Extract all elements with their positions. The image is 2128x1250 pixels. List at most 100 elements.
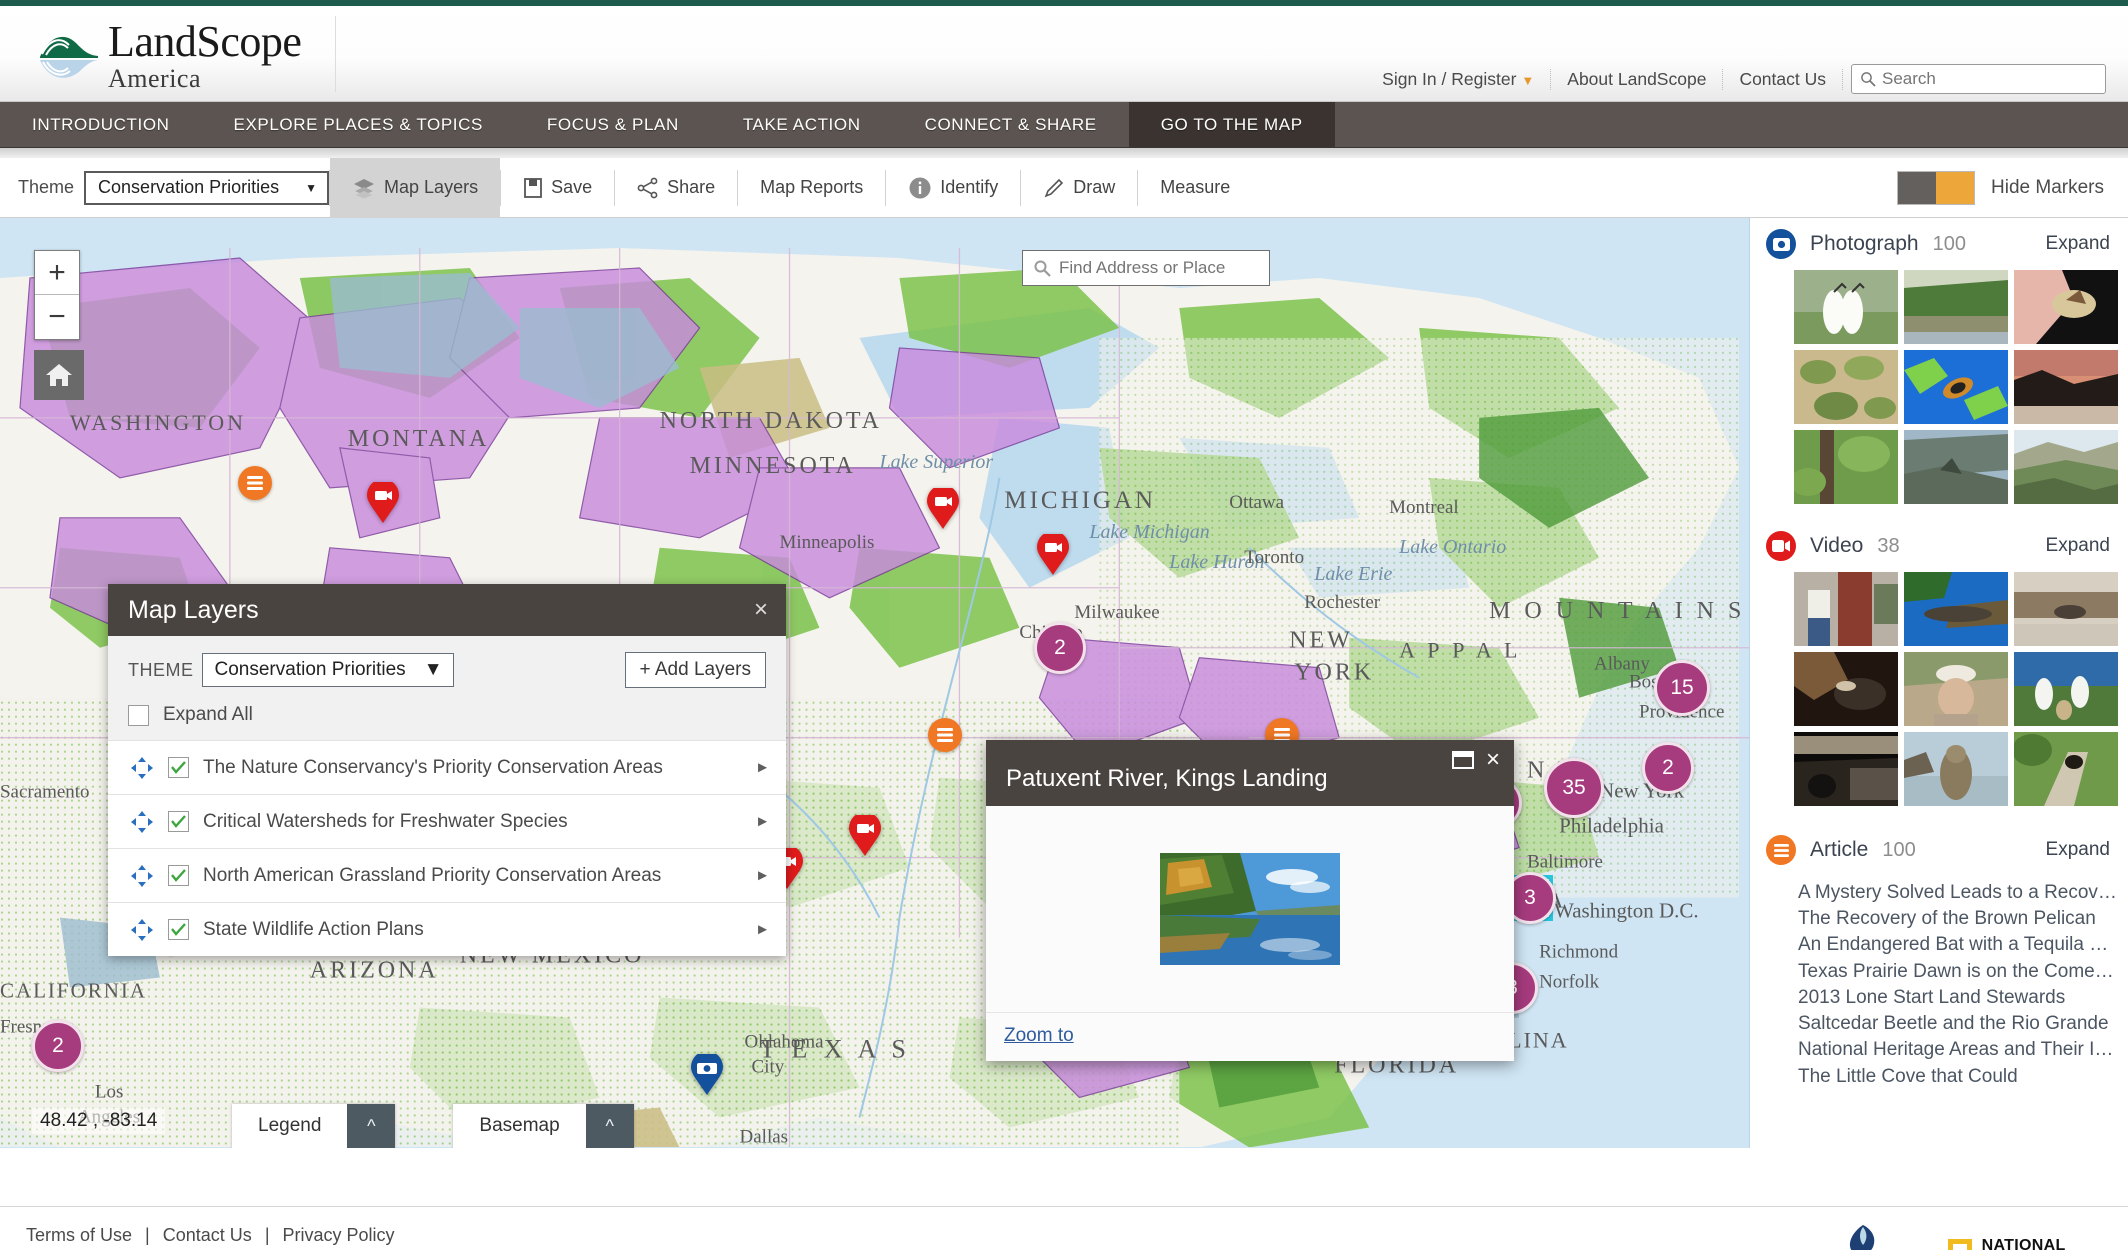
video-thumbnail[interactable] [1794,732,1898,806]
chevron-right-icon[interactable]: ► [755,759,770,776]
legend-tab[interactable]: Legend ^ [232,1104,396,1148]
cluster-marker[interactable]: 2 [32,1020,84,1072]
video-thumbnail[interactable] [2014,572,2118,646]
video-marker[interactable] [926,485,960,535]
site-logo[interactable]: LandScope America [36,20,302,92]
article-marker[interactable] [928,718,962,752]
move-handle-icon[interactable] [130,864,154,888]
video-thumbnail[interactable] [1904,732,2008,806]
contact-us-link[interactable]: Contact Us [1723,68,1843,90]
close-icon[interactable]: × [754,596,768,624]
privacy-policy-link[interactable]: Privacy Policy [283,1225,395,1245]
layer-row[interactable]: North American Grassland Priority Conser… [108,848,786,902]
nav-connect-share[interactable]: CONNECT & SHARE [893,102,1129,147]
layer-checkbox[interactable] [168,865,189,886]
cluster-marker[interactable]: 2 [1034,622,1086,674]
site-search[interactable] [1851,64,2106,94]
photo-thumbnail[interactable] [1794,270,1898,344]
panel-theme-select[interactable]: Conservation Priorities ▼ [201,653,454,687]
zoom-out-button[interactable]: − [35,295,79,339]
article-list-item[interactable]: The Little Cove that Could [1798,1064,2118,1090]
photo-thumbnail[interactable] [2014,430,2118,504]
photo-thumbnail[interactable] [1904,350,2008,424]
nav-take-action[interactable]: TAKE ACTION [711,102,893,147]
article-list-item[interactable]: A Mystery Solved Leads to a Recov… [1798,880,2118,906]
video-marker[interactable] [1036,531,1070,581]
article-list-item[interactable]: 2013 Lone Start Land Stewards [1798,985,2118,1011]
chevron-right-icon[interactable]: ► [755,813,770,830]
draw-button[interactable]: Draw [1021,158,1137,218]
move-handle-icon[interactable] [130,756,154,780]
zoom-to-link[interactable]: Zoom to [1004,1025,1074,1046]
layer-checkbox[interactable] [168,811,189,832]
terms-of-use-link[interactable]: Terms of Use [26,1225,132,1245]
photo-thumbnail[interactable] [1904,270,2008,344]
identify-button[interactable]: Identify [886,158,1020,218]
article-list-item[interactable]: The Recovery of the Brown Pelican [1798,906,2118,932]
video-expand-link[interactable]: Expand [2046,535,2110,557]
video-thumbnail[interactable] [1904,572,2008,646]
video-thumbnail[interactable] [2014,652,2118,726]
nav-introduction[interactable]: INTRODUCTION [0,102,202,147]
map-reports-button[interactable]: Map Reports [738,158,885,218]
article-list-item[interactable]: National Heritage Areas and Their I… [1798,1037,2118,1063]
sign-in-register-link[interactable]: Sign In / Register ▼ [1366,68,1552,90]
article-list-item[interactable]: Texas Prairie Dawn is on the Come… [1798,959,2118,985]
layer-row[interactable]: The Nature Conservancy's Priority Conser… [108,740,786,794]
chevron-right-icon[interactable]: ► [755,867,770,884]
photograph-marker[interactable] [690,1051,724,1101]
photo-thumbnail[interactable] [1794,350,1898,424]
nav-go-to-the-map[interactable]: GO TO THE MAP [1128,102,1335,147]
map-canvas[interactable]: WASHINGTON MONTANA NORTH DAKOTA MINNESOT… [0,218,1750,1148]
natureserve-logo[interactable]: NatureServe [1812,1223,1914,1250]
cluster-marker[interactable]: 2 [1642,742,1694,794]
nav-explore-places-topics[interactable]: EXPLORE PLACES & TOPICS [202,102,515,147]
national-geographic-logo[interactable]: NATIONAL GEOGRAPHIC [1947,1237,2094,1250]
measure-button[interactable]: Measure [1138,158,1252,218]
expand-all-row[interactable]: Expand All [128,704,766,726]
add-layers-button[interactable]: + Add Layers [624,652,766,688]
cluster-marker[interactable]: 35 [1544,758,1604,818]
photo-thumbnail[interactable] [2014,270,2118,344]
video-thumbnail[interactable] [2014,732,2118,806]
article-expand-link[interactable]: Expand [2046,839,2110,861]
map-home-button[interactable] [34,350,84,400]
zoom-in-button[interactable]: + [35,251,79,295]
footer-contact-us-link[interactable]: Contact Us [163,1225,252,1245]
map-zoom-controls[interactable]: + − [34,250,80,340]
map-layers-button[interactable]: Map Layers [330,157,501,218]
layer-checkbox[interactable] [168,757,189,778]
photograph-expand-link[interactable]: Expand [2046,233,2110,255]
photo-thumbnail[interactable] [1904,430,2008,504]
about-landscope-link[interactable]: About LandScope [1551,68,1724,90]
chevron-right-icon[interactable]: ► [755,921,770,938]
find-address-input[interactable] [1059,258,1259,278]
restore-icon[interactable] [1451,751,1474,769]
share-button[interactable]: Share [615,158,737,218]
basemap-tab[interactable]: Basemap ^ [453,1104,634,1148]
hide-markers-toggle[interactable] [1897,171,1976,205]
photo-thumbnail[interactable] [2014,350,2118,424]
expand-all-checkbox[interactable] [128,704,149,726]
site-search-input[interactable] [1882,69,2082,89]
article-list-item[interactable]: An Endangered Bat with a Tequila … [1798,932,2118,958]
article-list-item[interactable]: Saltcedar Beetle and the Rio Grande [1798,1011,2118,1037]
article-marker[interactable] [238,466,272,500]
theme-select[interactable]: Conservation Priorities ▼ [84,170,330,205]
layer-checkbox[interactable] [168,919,189,940]
video-marker[interactable] [848,812,882,862]
cluster-marker[interactable]: 15 [1654,660,1710,716]
move-handle-icon[interactable] [130,810,154,834]
move-handle-icon[interactable] [130,918,154,942]
close-icon[interactable]: × [1486,748,1500,772]
chevron-up-icon[interactable]: ^ [585,1104,634,1148]
layer-row[interactable]: State Wildlife Action Plans ► [108,902,786,956]
photo-thumbnail[interactable] [1794,430,1898,504]
layer-row[interactable]: Critical Watersheds for Freshwater Speci… [108,794,786,848]
save-button[interactable]: Save [501,158,614,218]
video-thumbnail[interactable] [1794,572,1898,646]
nav-focus-plan[interactable]: FOCUS & PLAN [515,102,711,147]
chevron-up-icon[interactable]: ^ [347,1104,396,1148]
video-marker[interactable] [366,479,400,529]
video-thumbnail[interactable] [1904,652,2008,726]
